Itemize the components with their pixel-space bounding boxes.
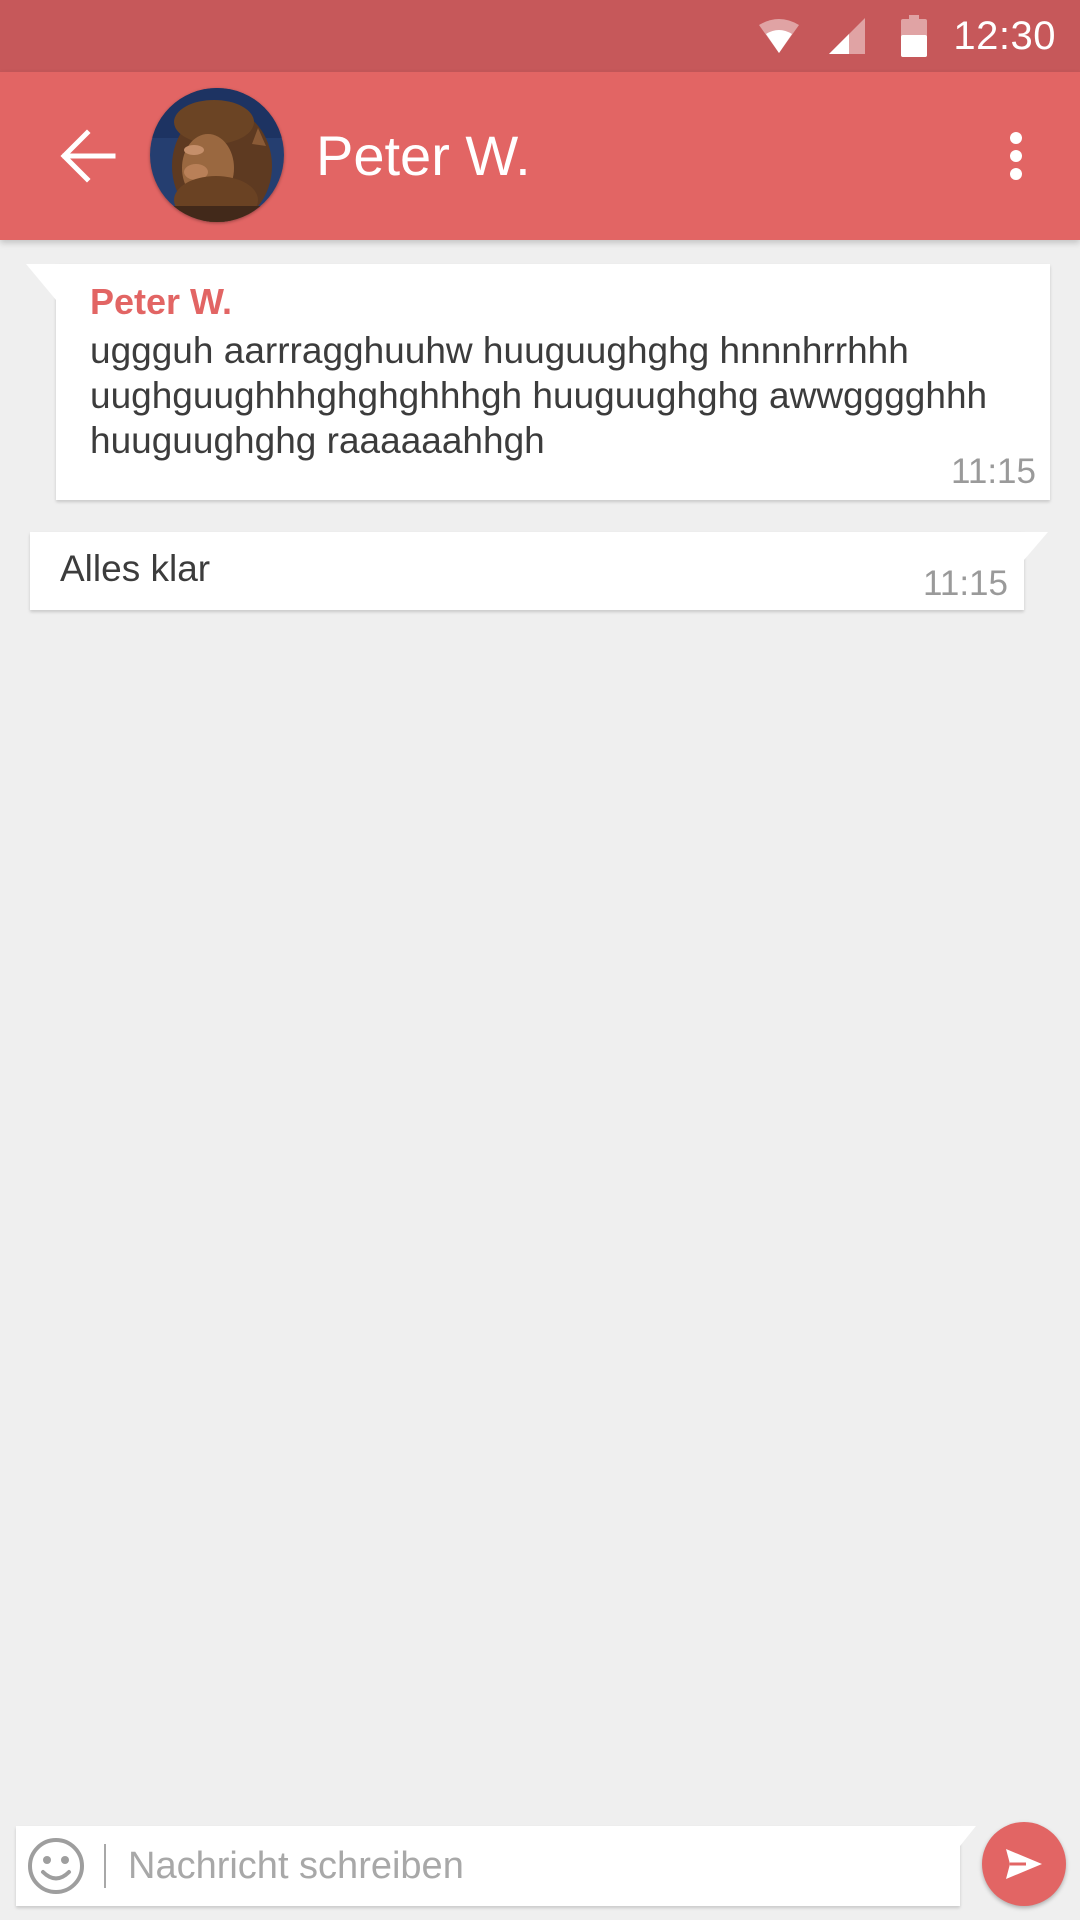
message-time: 11:15 — [923, 564, 1008, 603]
wifi-icon — [759, 19, 800, 53]
send-icon — [1006, 1849, 1042, 1879]
contact-avatar-image — [150, 88, 284, 222]
emoji-button[interactable] — [26, 1836, 86, 1896]
outgoing-message[interactable]: Alles klar 11:15 — [30, 532, 1048, 610]
sender-name: Peter W. — [90, 281, 233, 322]
status-icons: 12:30 — [759, 0, 1080, 72]
avatar[interactable] — [150, 88, 284, 222]
send-button[interactable] — [982, 1822, 1066, 1906]
cell-signal-icon — [829, 18, 866, 54]
message-text: Alles klar — [60, 548, 211, 589]
message-text: uggguh aarrragghuuhw huuguughghg hnnnhrr… — [90, 330, 988, 461]
more-vertical-icon — [1010, 132, 1022, 180]
app-bar: Peter W. — [0, 72, 1080, 240]
status-bar: 12:30 — [0, 0, 1080, 72]
message-input[interactable] — [128, 1834, 928, 1898]
back-button[interactable] — [38, 106, 138, 206]
arrow-left-icon — [60, 129, 116, 183]
smiley-icon — [28, 1838, 84, 1894]
compose-bar — [16, 1826, 976, 1906]
text-cursor — [104, 1844, 106, 1888]
message-time: 11:15 — [951, 452, 1036, 491]
battery-icon — [901, 15, 928, 57]
more-options-button[interactable] — [966, 106, 1066, 206]
message-list[interactable]: Peter W. uggguh aarrragghuuhw huuguughgh… — [0, 240, 1080, 1800]
status-time: 12:30 — [953, 13, 1056, 58]
chat-title: Peter W. — [316, 124, 531, 187]
incoming-message[interactable]: Peter W. uggguh aarrragghuuhw huuguughgh… — [26, 264, 1050, 500]
